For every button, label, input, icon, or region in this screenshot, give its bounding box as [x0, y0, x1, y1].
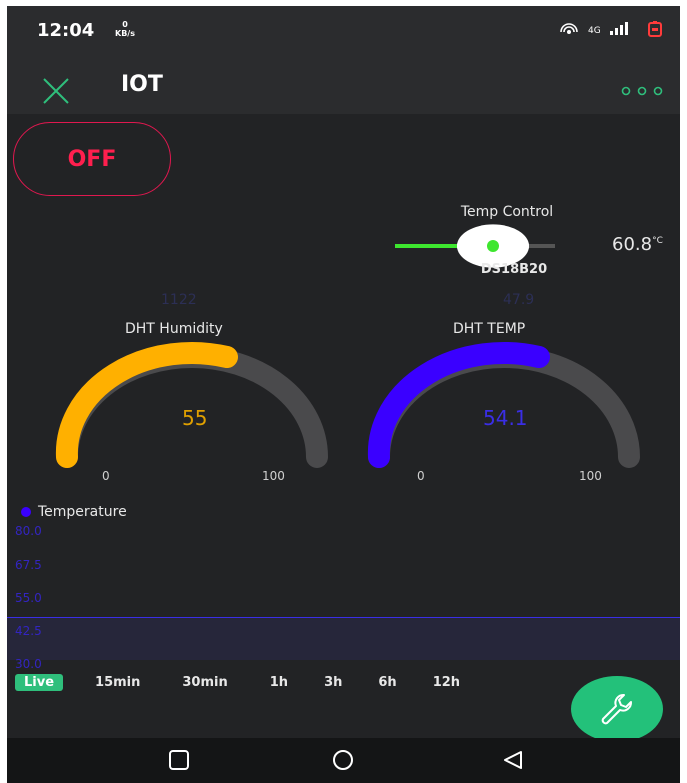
temp-gauge	[367, 341, 640, 468]
temp-max: 100	[579, 469, 602, 483]
app-bar	[7, 58, 680, 114]
phone-screen: 12:04 0 KB/s 4G IOT OFF Temp Control 60.…	[7, 6, 680, 783]
page-title: IOT	[121, 72, 163, 97]
faint-value-right: 47.9	[503, 292, 535, 308]
humidity-max: 100	[262, 469, 285, 483]
temp-control-value: 60.8°C	[612, 234, 663, 255]
range-1h[interactable]: 1h	[270, 675, 288, 690]
battery-icon	[648, 21, 662, 37]
system-nav-bar	[7, 738, 680, 783]
y-tick: 42.5	[15, 624, 42, 638]
gauge-fill	[55, 341, 238, 468]
clock: 12:04	[37, 20, 95, 41]
temp-gauge-label: DHT TEMP	[453, 321, 526, 337]
wrench-icon	[601, 694, 632, 725]
range-30min[interactable]: 30min	[182, 675, 227, 690]
chart-legend: Temperature	[21, 504, 127, 520]
range-15min[interactable]: 15min	[95, 675, 140, 690]
humidity-gauge-label: DHT Humidity	[125, 321, 223, 337]
range-3h[interactable]: 3h	[324, 675, 342, 690]
chart-area	[7, 618, 680, 660]
temp-control-label: Temp Control	[460, 204, 554, 220]
net-speed: 0 KB/s	[115, 20, 135, 38]
legend-label: Temperature	[38, 504, 127, 520]
time-range-bar: Live 15min 30min 1h 3h 6h 12h	[15, 674, 502, 691]
slider-thumb-dot	[487, 240, 499, 252]
y-tick: 55.0	[15, 591, 42, 605]
close-icon[interactable]	[41, 76, 71, 106]
status-bar: 12:04 0 KB/s 4G	[7, 6, 680, 58]
range-12h[interactable]: 12h	[433, 675, 460, 690]
triangle-back-icon[interactable]	[501, 748, 525, 772]
range-live[interactable]: Live	[15, 674, 64, 691]
chart-series-line	[7, 617, 680, 618]
settings-fab[interactable]	[571, 676, 663, 742]
faint-value-left: 1122	[161, 292, 197, 308]
hotspot-icon	[560, 23, 578, 34]
temp-min: 0	[417, 469, 425, 483]
sensor-label: DS18B20	[480, 262, 548, 277]
legend-dot	[21, 507, 31, 517]
circle-icon[interactable]	[331, 748, 355, 772]
y-tick: 30.0	[15, 657, 42, 671]
y-tick: 67.5	[15, 558, 42, 572]
humidity-value: 55	[182, 406, 208, 430]
power-off-button[interactable]: OFF	[13, 122, 171, 196]
status-icons: 4G	[560, 21, 662, 37]
svg-text:4G: 4G	[588, 26, 601, 36]
gauge-fill	[367, 341, 550, 468]
humidity-min: 0	[102, 469, 110, 483]
signal-icon: 4G	[588, 22, 628, 36]
more-dots-icon[interactable]	[620, 86, 664, 96]
power-button-label: OFF	[67, 146, 117, 172]
range-6h[interactable]: 6h	[378, 675, 396, 690]
temp-value: 54.1	[483, 406, 528, 430]
square-icon[interactable]	[167, 748, 191, 772]
humidity-gauge	[55, 341, 328, 468]
y-tick: 80.0	[15, 524, 42, 538]
